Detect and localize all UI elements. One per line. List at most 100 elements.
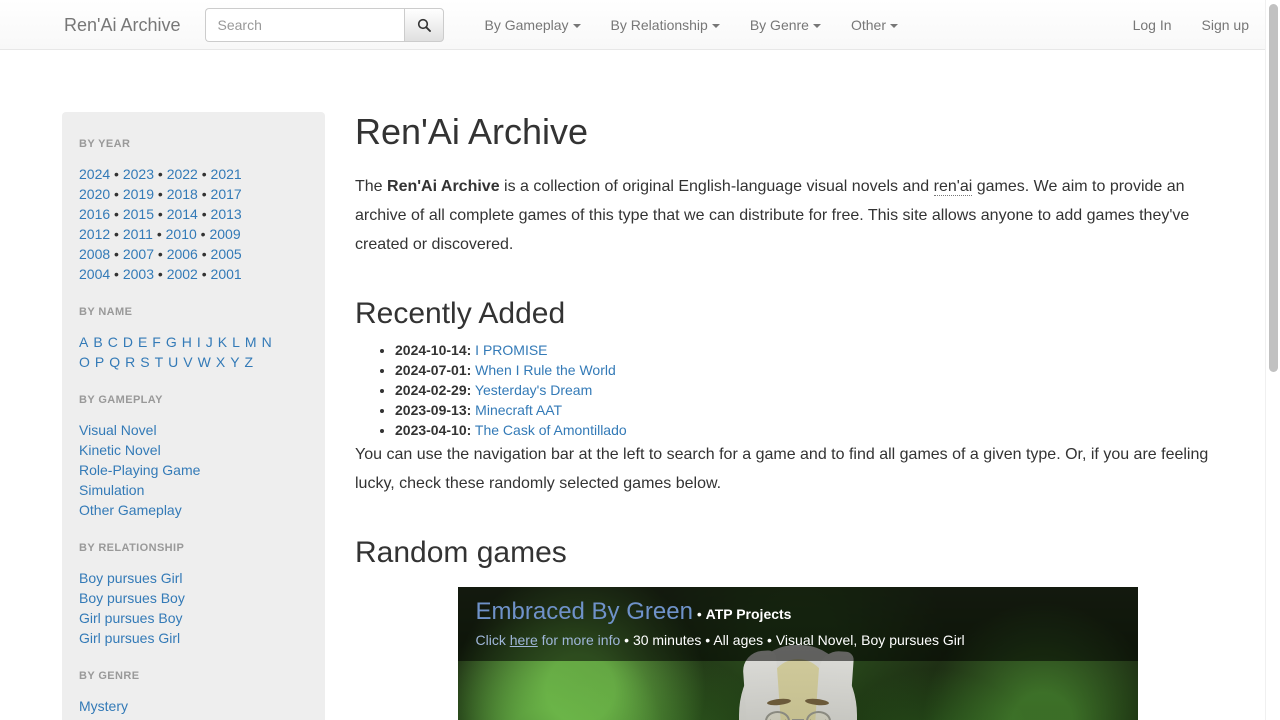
year-link-2002[interactable]: 2002 (167, 266, 198, 282)
game-card-title-separator: • (696, 605, 706, 622)
year-link-2005[interactable]: 2005 (211, 246, 242, 262)
nav-menu-by-genre[interactable]: By Genre (735, 0, 836, 50)
letter-link-h[interactable]: H (182, 334, 192, 350)
page-scrollbar[interactable] (1265, 0, 1280, 720)
nav-menu-by-gameplay[interactable]: By Gameplay (470, 0, 596, 50)
year-link-2019[interactable]: 2019 (123, 186, 154, 202)
sidebar-section-by-name: B Y N A M E ABCDEFGHIJKLMN OPQRSTUVWXYZ (79, 306, 308, 372)
letter-link-t[interactable]: T (155, 354, 164, 370)
letter-link-k[interactable]: K (218, 334, 227, 350)
year-separator: • (197, 246, 211, 262)
navigation-hint-paragraph: You can use the navigation bar at the le… (355, 445, 1209, 492)
letter-link-v[interactable]: V (183, 354, 192, 370)
year-link-2024[interactable]: 2024 (79, 166, 110, 182)
game-card-title-link[interactable]: Embraced By Green (476, 598, 693, 625)
recent-game-link[interactable]: The Cask of Amontillado (475, 422, 627, 438)
chevron-down-icon (711, 23, 720, 28)
year-link-2006[interactable]: 2006 (167, 246, 198, 262)
gameplay-link-visual-novel[interactable]: Visual Novel (79, 420, 308, 440)
year-link-2018[interactable]: 2018 (167, 186, 198, 202)
recent-game-link[interactable]: Minecraft AAT (475, 402, 562, 418)
chevron-down-icon (812, 23, 821, 28)
gameplay-link-kinetic-novel[interactable]: Kinetic Novel (79, 440, 308, 460)
letter-link-g[interactable]: G (166, 334, 177, 350)
year-link-2007[interactable]: 2007 (123, 246, 154, 262)
year-link-2004[interactable]: 2004 (79, 266, 110, 282)
game-card[interactable]: Embraced By Green • ATP Projects Click h… (457, 586, 1138, 720)
game-card-more-info-link[interactable]: Click here for more info (476, 632, 621, 648)
year-separator: • (110, 266, 123, 282)
year-separator: • (152, 226, 166, 242)
letter-link-a[interactable]: A (79, 334, 88, 350)
auth-nav: Log In Sign up (1118, 0, 1264, 50)
scrollbar-thumb[interactable] (1269, 4, 1278, 372)
sign-up-link[interactable]: Sign up (1187, 0, 1264, 50)
main-content: Ren'Ai Archive The Ren'Ai Archive is a c… (325, 112, 1250, 720)
letter-link-p[interactable]: P (95, 354, 104, 370)
letter-link-r[interactable]: R (125, 354, 135, 370)
year-link-2016[interactable]: 2016 (79, 206, 110, 222)
letter-link-i[interactable]: I (197, 334, 201, 350)
year-link-2015[interactable]: 2015 (123, 206, 154, 222)
letter-link-x[interactable]: X (216, 354, 225, 370)
letter-link-f[interactable]: F (152, 334, 161, 350)
letter-link-s[interactable]: S (140, 354, 149, 370)
gameplay-link-other-gameplay[interactable]: Other Gameplay (79, 500, 308, 520)
letter-link-z[interactable]: Z (245, 354, 254, 370)
game-card-developer: ATP Projects (705, 605, 792, 622)
year-link-2008[interactable]: 2008 (79, 246, 110, 262)
year-link-2003[interactable]: 2003 (123, 266, 154, 282)
year-link-2013[interactable]: 2013 (211, 206, 242, 222)
letter-link-j[interactable]: J (206, 334, 213, 350)
year-link-2022[interactable]: 2022 (167, 166, 198, 182)
random-games-list: Embraced By Green • ATP Projects Click h… (355, 586, 1240, 720)
letter-link-n[interactable]: N (262, 334, 272, 350)
page-title: Ren'Ai Archive (355, 111, 588, 152)
year-link-2023[interactable]: 2023 (123, 166, 154, 182)
sidebar-section-by-genre: BY GENRE Mystery (79, 670, 308, 716)
nav-menu-other[interactable]: Other (836, 0, 913, 50)
letter-link-w[interactable]: W (198, 354, 211, 370)
year-link-2011[interactable]: 2011 (123, 226, 153, 242)
year-link-2001[interactable]: 2001 (211, 266, 242, 282)
year-link-2021[interactable]: 2021 (211, 166, 242, 182)
year-link-2009[interactable]: 2009 (209, 226, 240, 242)
intro-part2: is a collection of original English-lang… (499, 177, 934, 195)
list-item: 2023-09-13: Minecraft AAT (395, 400, 1240, 420)
year-link-2017[interactable]: 2017 (211, 186, 242, 202)
letter-link-y[interactable]: Y (230, 354, 239, 370)
genre-link-mystery[interactable]: Mystery (79, 696, 308, 716)
alphabet-link-grid: ABCDEFGHIJKLMN OPQRSTUVWXYZ (79, 332, 308, 372)
recent-game-link[interactable]: I PROMISE (475, 342, 547, 358)
year-link-2010[interactable]: 2010 (166, 226, 197, 242)
relationship-link-girl-pursues-girl[interactable]: Girl pursues Girl (79, 628, 308, 648)
recent-game-link[interactable]: When I Rule the World (475, 362, 616, 378)
nav-menu-by-relationship[interactable]: By Relationship (596, 0, 735, 50)
search-input[interactable] (204, 7, 404, 42)
letter-link-b[interactable]: B (93, 334, 102, 350)
letter-link-u[interactable]: U (168, 354, 178, 370)
letter-link-m[interactable]: M (245, 334, 257, 350)
gameplay-link-role-playing-game[interactable]: Role-Playing Game (79, 460, 308, 480)
recent-game-link[interactable]: Yesterday's Dream (475, 382, 592, 398)
genre-link-list: Mystery (79, 696, 308, 716)
relationship-link-girl-pursues-boy[interactable]: Girl pursues Boy (79, 608, 308, 628)
log-in-link[interactable]: Log In (1118, 0, 1187, 50)
letter-link-d[interactable]: D (123, 334, 133, 350)
list-item: 2023-04-10: The Cask of Amontillado (395, 420, 1240, 440)
year-link-2012[interactable]: 2012 (79, 226, 110, 242)
letter-link-e[interactable]: E (138, 334, 147, 350)
year-link-2020[interactable]: 2020 (79, 186, 110, 202)
letter-link-l[interactable]: L (232, 334, 240, 350)
sidebar-heading-by-gameplay: BY GAMEPLAY (79, 394, 163, 406)
year-link-2014[interactable]: 2014 (167, 206, 198, 222)
gameplay-link-simulation[interactable]: Simulation (79, 480, 308, 500)
relationship-link-boy-pursues-girl[interactable]: Boy pursues Girl (79, 568, 308, 588)
relationship-link-boy-pursues-boy[interactable]: Boy pursues Boy (79, 588, 308, 608)
letter-link-q[interactable]: Q (109, 354, 120, 370)
search-button[interactable] (403, 7, 444, 42)
year-separator: • (154, 246, 167, 262)
brand-link[interactable]: Ren'Ai Archive (64, 15, 181, 35)
letter-link-c[interactable]: C (108, 334, 118, 350)
letter-link-o[interactable]: O (79, 354, 90, 370)
